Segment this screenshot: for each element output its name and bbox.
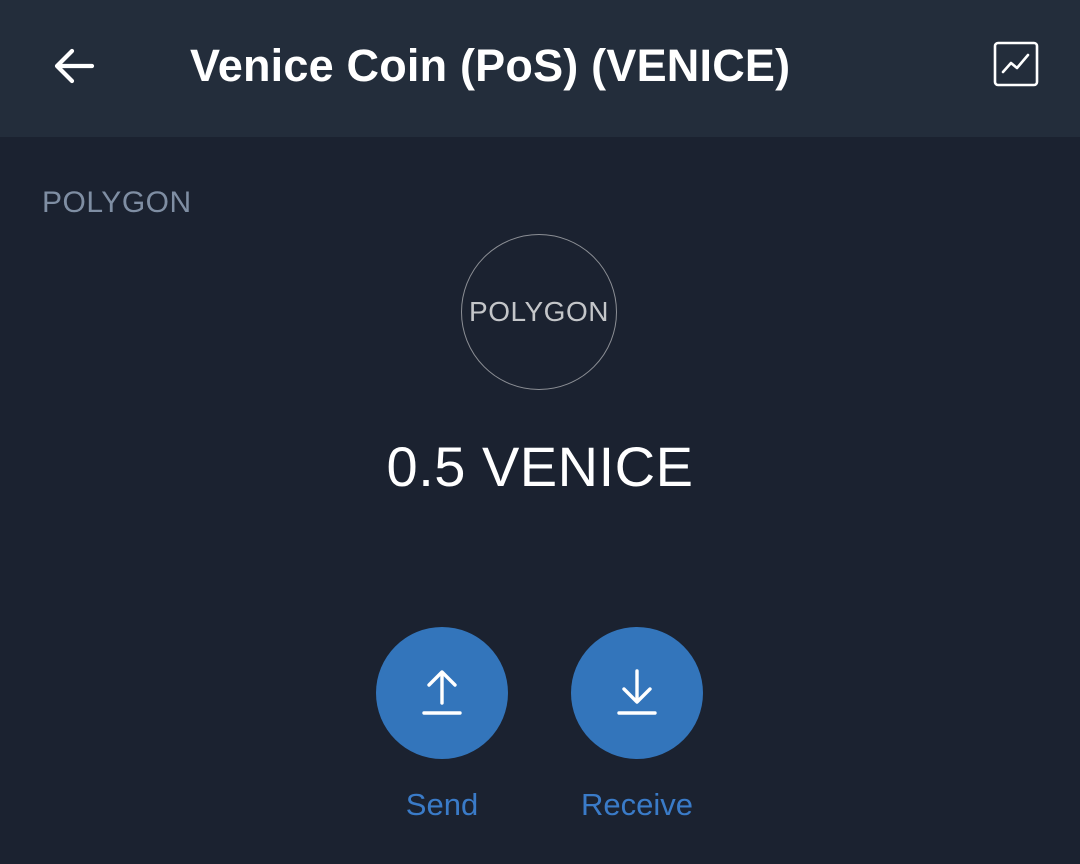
page-title: Venice Coin (PoS) (VENICE) xyxy=(190,40,791,91)
price-chart-button[interactable] xyxy=(982,30,1050,98)
receive-label[interactable]: Receive xyxy=(581,785,693,825)
token-logo-text: POLYGON xyxy=(469,296,609,327)
back-button[interactable] xyxy=(40,32,108,100)
arrow-left-icon xyxy=(54,48,95,84)
send-button-circle[interactable] xyxy=(376,627,508,759)
send-button[interactable]: Send xyxy=(372,627,512,825)
arrow-up-icon xyxy=(422,670,462,715)
arrow-down-icon xyxy=(617,669,657,715)
receive-button[interactable]: Receive xyxy=(567,627,707,825)
token-balance: 0.5 VENICE xyxy=(386,435,694,498)
chart-line-icon xyxy=(993,41,1039,87)
app-bar: Venice Coin (PoS) (VENICE) xyxy=(0,0,1080,137)
network-label: POLYGON xyxy=(42,186,192,219)
send-label[interactable]: Send xyxy=(406,785,478,825)
receive-button-circle[interactable] xyxy=(571,627,703,759)
token-logo: POLYGON xyxy=(461,234,617,390)
